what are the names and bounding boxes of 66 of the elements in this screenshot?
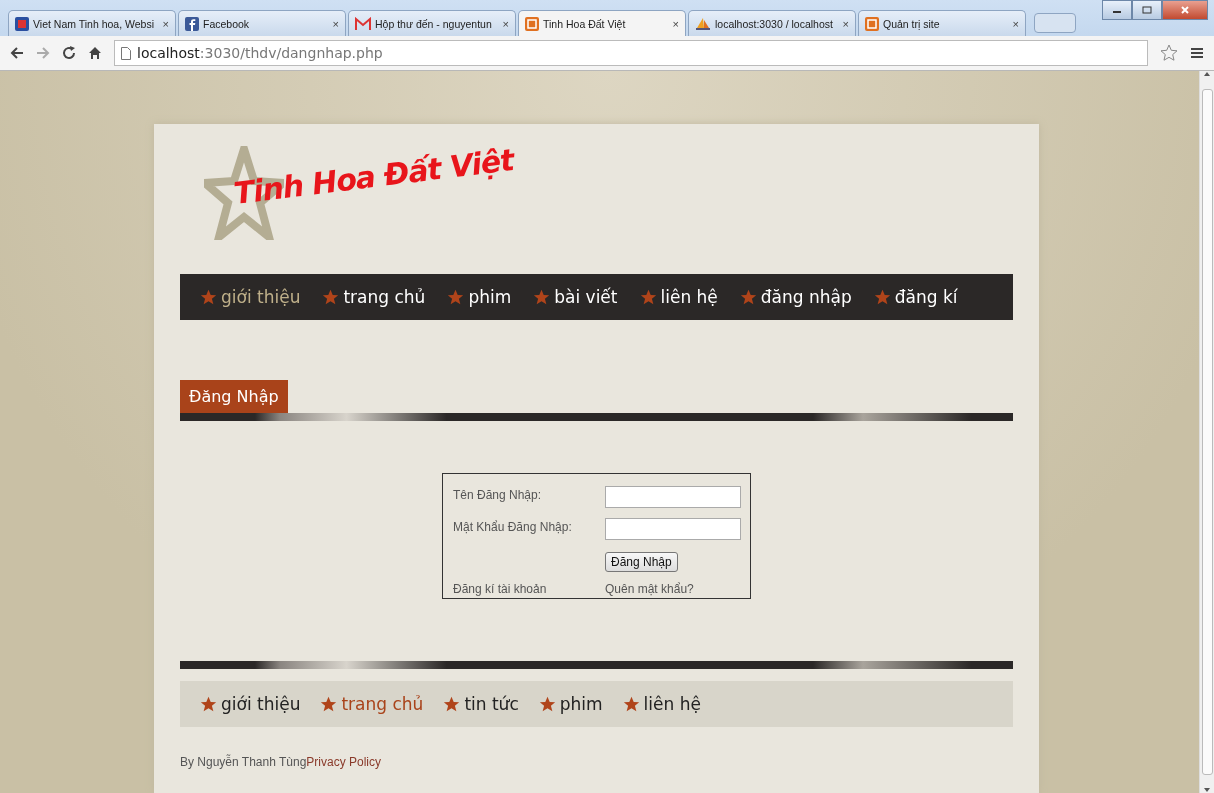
privacy-link[interactable]: Privacy Policy bbox=[306, 755, 381, 769]
browser-tab[interactable]: Viet Nam Tinh hoa, Websi × bbox=[8, 10, 176, 36]
close-icon bbox=[1180, 5, 1190, 15]
nav-link[interactable]: tin tức bbox=[443, 694, 519, 714]
star-icon bbox=[639, 288, 657, 306]
section-heading: Đăng Nhập bbox=[180, 380, 288, 413]
username-field[interactable] bbox=[605, 486, 741, 508]
browser-tab[interactable]: localhost:3030 / localhost × bbox=[688, 10, 856, 36]
menu-icon[interactable] bbox=[1190, 46, 1204, 60]
credit-text: By Nguyễn Thanh TùngPrivacy Policy bbox=[180, 755, 381, 769]
home-icon[interactable] bbox=[88, 46, 102, 60]
browser-tab[interactable]: Quản trị site × bbox=[858, 10, 1026, 36]
mail-icon bbox=[355, 16, 371, 31]
close-icon[interactable]: × bbox=[842, 17, 849, 30]
close-button[interactable] bbox=[1162, 0, 1208, 20]
close-icon[interactable]: × bbox=[1012, 17, 1019, 30]
nav-link[interactable]: phim bbox=[447, 287, 512, 307]
nav-link[interactable]: trang chủ bbox=[322, 287, 426, 307]
star-icon bbox=[533, 288, 551, 306]
star-icon bbox=[622, 695, 640, 713]
password-field[interactable] bbox=[605, 518, 741, 540]
nav-link[interactable]: liên hệ bbox=[639, 287, 718, 307]
forgot-password-link[interactable]: Quên mật khẩu? bbox=[605, 582, 741, 596]
facebook-icon bbox=[185, 16, 199, 31]
browser-tab[interactable]: Facebook × bbox=[178, 10, 346, 36]
star-icon bbox=[538, 695, 556, 713]
register-link[interactable]: Đăng kí tài khoản bbox=[453, 582, 605, 596]
star-icon bbox=[739, 288, 757, 306]
star-icon bbox=[873, 288, 891, 306]
site-icon bbox=[865, 16, 879, 31]
back-icon[interactable] bbox=[10, 46, 24, 60]
nav-link[interactable]: giới thiệu bbox=[200, 694, 301, 714]
star-icon bbox=[320, 695, 338, 713]
star-icon bbox=[200, 288, 217, 306]
star-icon bbox=[447, 288, 465, 306]
browser-tab[interactable]: Tinh Hoa Đất Việt × bbox=[518, 10, 686, 36]
scroll-down-icon[interactable] bbox=[1203, 787, 1211, 793]
star-icon bbox=[443, 695, 461, 713]
browser-tab[interactable]: Hộp thư đến - nguyentun × bbox=[348, 10, 516, 36]
close-icon[interactable]: × bbox=[332, 17, 339, 30]
nav-link[interactable]: bài viết bbox=[533, 287, 618, 307]
site-icon bbox=[525, 16, 539, 31]
scrollbar[interactable] bbox=[1199, 71, 1214, 793]
star-icon[interactable] bbox=[1160, 44, 1178, 62]
site-logo[interactable]: Tinh Hoa Đất Việt bbox=[231, 141, 516, 211]
field-label: Mật Khẩu Đăng Nhập: bbox=[453, 519, 573, 536]
star-icon bbox=[322, 288, 340, 306]
page-icon bbox=[121, 46, 131, 60]
field-label: Tên Đăng Nhập: bbox=[453, 487, 543, 504]
close-icon[interactable]: × bbox=[502, 17, 509, 30]
minimize-button[interactable] bbox=[1102, 0, 1132, 20]
close-icon[interactable]: × bbox=[672, 17, 679, 30]
nav-link[interactable]: liên hệ bbox=[622, 694, 701, 714]
sailboat-icon bbox=[695, 16, 711, 31]
nav-link[interactable]: giới thiệu bbox=[200, 287, 301, 307]
nav-link[interactable]: trang chủ bbox=[320, 694, 424, 714]
star-icon bbox=[200, 695, 217, 713]
nav-link[interactable]: đăng nhập bbox=[739, 287, 852, 307]
close-icon[interactable]: × bbox=[162, 17, 169, 30]
address-field[interactable]: localhost:3030/thdv/dangnhap.php bbox=[114, 40, 1148, 66]
nav-link[interactable]: đăng kí bbox=[873, 287, 958, 307]
site-icon bbox=[15, 16, 29, 31]
login-button[interactable]: Đăng Nhập bbox=[605, 552, 678, 572]
reload-icon[interactable] bbox=[62, 46, 76, 60]
nav-link[interactable]: phim bbox=[538, 694, 603, 714]
maximize-icon bbox=[1142, 6, 1152, 14]
